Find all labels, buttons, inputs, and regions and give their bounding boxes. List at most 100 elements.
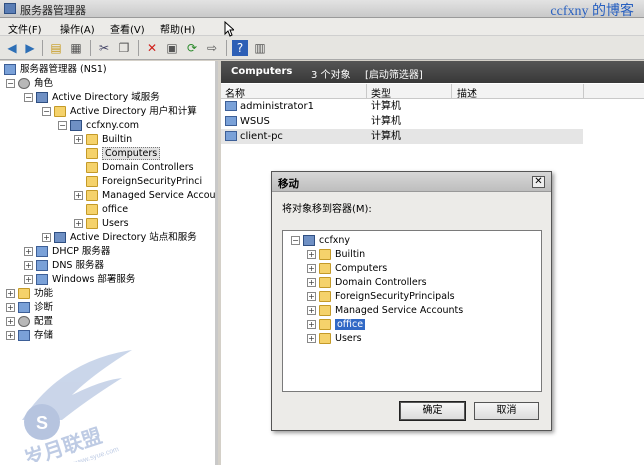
list-item[interactable]: client-pc 计算机	[221, 129, 583, 144]
tree-domain[interactable]: − ccfxny.com	[58, 119, 139, 133]
menu-file[interactable]: 文件(F)	[8, 21, 42, 36]
expand-icon[interactable]: +	[6, 303, 15, 312]
tree-root[interactable]: 服务器管理器 (NS1)	[4, 63, 107, 77]
container-item[interactable]: + Computers	[307, 262, 387, 276]
container-item-selected[interactable]: + office	[307, 318, 366, 332]
expand-icon[interactable]: +	[307, 292, 316, 301]
expand-icon[interactable]: +	[24, 275, 33, 284]
expand-icon[interactable]: +	[307, 278, 316, 287]
cut-icon[interactable]: ✂	[96, 40, 112, 56]
properties-icon[interactable]: ▣	[164, 40, 180, 56]
expand-icon[interactable]: +	[307, 334, 316, 343]
expand-icon[interactable]: +	[307, 320, 316, 329]
expand-icon[interactable]: +	[42, 233, 51, 242]
container-item[interactable]: + Domain Controllers	[307, 276, 427, 290]
window-title: 服务器管理器	[20, 4, 86, 17]
container-item[interactable]: + Builtin	[307, 248, 365, 262]
expand-icon[interactable]: +	[6, 317, 15, 326]
collapse-icon[interactable]: −	[6, 79, 15, 88]
collapse-icon[interactable]: −	[24, 93, 33, 102]
tree-fsp[interactable]: ForeignSecurityPrinci	[86, 175, 202, 189]
tree-config[interactable]: + 配置	[6, 315, 53, 329]
container-tree: − ccfxny + Builtin + Computers + Domain Cont…	[282, 230, 542, 392]
col-type[interactable]: 类型	[371, 85, 391, 100]
export-icon[interactable]: ⇨	[204, 40, 220, 56]
collapse-icon[interactable]: −	[42, 107, 51, 116]
tree-office[interactable]: office	[86, 203, 128, 217]
ou-icon	[319, 319, 331, 330]
tree-dhcp[interactable]: + DHCP 服务器	[24, 245, 110, 259]
tree-roles[interactable]: − 角色	[6, 77, 53, 91]
computer-icon	[225, 131, 237, 141]
col-name[interactable]: 名称	[225, 85, 245, 100]
expand-icon[interactable]: +	[307, 264, 316, 273]
expand-icon[interactable]: +	[307, 306, 316, 315]
collapse-icon[interactable]: −	[291, 236, 300, 245]
server-icon	[4, 64, 16, 75]
details-header: Computers 3 个对象 [启动筛选器]	[221, 61, 644, 83]
up-icon[interactable]: ▤	[48, 40, 64, 56]
folder-icon	[86, 148, 98, 159]
tree-sites[interactable]: + Active Directory 站点和服务	[42, 231, 197, 245]
sites-icon	[54, 232, 66, 243]
container-item[interactable]: + ForeignSecurityPrincipals	[307, 290, 455, 304]
tree-builtin[interactable]: + Builtin	[74, 133, 132, 147]
list-item[interactable]: WSUS 计算机	[221, 114, 583, 129]
folder-icon	[319, 249, 331, 260]
expand-icon[interactable]: +	[74, 135, 83, 144]
dns-icon	[36, 260, 48, 271]
dialog-prompt: 将对象移到容器(M):	[282, 204, 372, 215]
expand-icon[interactable]: +	[6, 331, 15, 340]
tree-aduc[interactable]: − Active Directory 用户和计算	[42, 105, 197, 119]
folder-icon	[86, 176, 98, 187]
storage-icon	[18, 330, 30, 341]
tree-features[interactable]: + 功能	[6, 287, 53, 301]
cancel-button[interactable]: 取消	[474, 402, 539, 420]
ou-icon	[86, 162, 98, 173]
forward-icon[interactable]: ▶	[22, 40, 38, 56]
expand-icon[interactable]: +	[6, 289, 15, 298]
expand-icon[interactable]: +	[24, 261, 33, 270]
container-item[interactable]: + Users	[307, 332, 362, 346]
col-description[interactable]: 描述	[457, 85, 477, 100]
delete-icon[interactable]: ✕	[144, 40, 160, 56]
copy-icon[interactable]: ❐	[116, 40, 132, 56]
menu-help[interactable]: 帮助(H)	[160, 21, 195, 36]
ok-button[interactable]: 确定	[399, 401, 466, 421]
tree-adds[interactable]: − Active Directory 域服务	[24, 91, 160, 105]
expand-icon[interactable]: +	[74, 191, 83, 200]
object-count: 3 个对象	[311, 70, 351, 81]
tree-domain-controllers[interactable]: Domain Controllers	[86, 161, 194, 175]
menu-view[interactable]: 查看(V)	[110, 21, 145, 36]
expand-icon[interactable]: +	[74, 219, 83, 228]
list-item[interactable]: administrator1 计算机	[221, 99, 583, 114]
tree-users[interactable]: + Users	[74, 217, 129, 231]
column-header: 名称 类型 描述	[221, 84, 644, 100]
tree-storage[interactable]: + 存储	[6, 329, 53, 343]
expand-icon[interactable]: +	[24, 247, 33, 256]
collapse-icon[interactable]: −	[58, 121, 67, 130]
tree-computers[interactable]: Computers	[86, 147, 161, 161]
aduc-icon	[54, 106, 66, 117]
show-hide-tree-icon[interactable]: ▦	[68, 40, 84, 56]
tree-msa[interactable]: + Managed Service Accou	[74, 189, 215, 203]
svg-text:S: S	[36, 413, 48, 433]
filter-status: [启动筛选器]	[365, 70, 423, 81]
container-item[interactable]: + Managed Service Accounts	[307, 304, 463, 318]
tree-dns[interactable]: + DNS 服务器	[24, 259, 104, 273]
expand-icon[interactable]: +	[307, 250, 316, 259]
folder-icon	[319, 263, 331, 274]
dialog-titlebar: 移动 ✕	[272, 172, 551, 192]
tree-wds[interactable]: + Windows 部署服务	[24, 273, 135, 287]
site-logo-watermark: S 岁月联盟 www.syue.com	[21, 350, 132, 462]
show-hide-action-icon[interactable]: ▥	[252, 40, 268, 56]
tree-diagnostics[interactable]: + 诊断	[6, 301, 53, 315]
back-icon[interactable]: ◀	[4, 40, 20, 56]
help-icon[interactable]: ?	[232, 40, 248, 56]
refresh-icon[interactable]: ⟳	[184, 40, 200, 56]
folder-icon	[319, 333, 331, 344]
container-root[interactable]: − ccfxny	[291, 234, 350, 248]
close-icon[interactable]: ✕	[532, 176, 545, 188]
menu-action[interactable]: 操作(A)	[60, 21, 95, 36]
dialog-title: 移动	[278, 178, 299, 190]
